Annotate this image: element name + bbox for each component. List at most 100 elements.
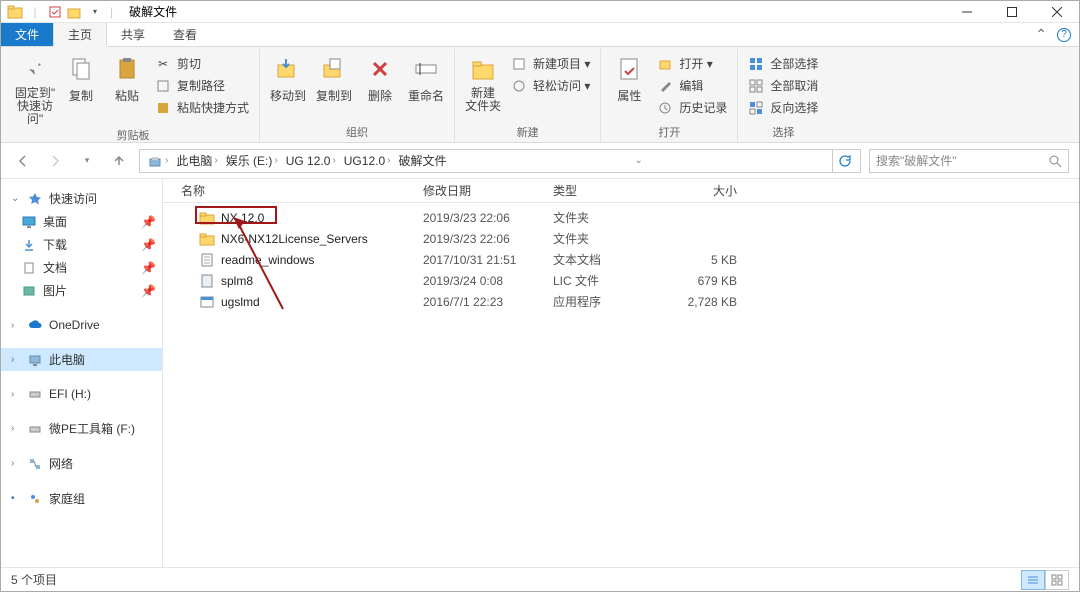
folder-icon — [199, 231, 215, 247]
breadcrumb-seg-3[interactable]: UG12.0› — [341, 154, 394, 168]
breadcrumb-seg-4[interactable]: 破解文件 — [395, 152, 449, 169]
edit-button[interactable]: 编辑 — [653, 76, 731, 95]
recent-dropdown[interactable]: ▾ — [75, 149, 99, 173]
nav-downloads[interactable]: 下载📌 — [1, 233, 162, 256]
nav-network[interactable]: ›网络 — [1, 452, 162, 475]
forward-button[interactable] — [43, 149, 67, 173]
col-size[interactable]: 大小 — [655, 182, 745, 199]
quick-access-toolbar: | ▾ | — [1, 3, 117, 21]
nav-wepe[interactable]: ›微PE工具箱 (F:) — [1, 417, 162, 440]
open-icon — [657, 56, 673, 72]
file-name: ugslmd — [221, 295, 260, 309]
refresh-button[interactable] — [832, 150, 856, 172]
col-type[interactable]: 类型 — [545, 182, 655, 199]
file-size: 5 KB — [655, 253, 745, 267]
group-new-label: 新建 — [461, 124, 594, 142]
breadcrumb[interactable]: › 此电脑› 娱乐 (E:)› UG 12.0› UG12.0› 破解文件 ⌄ — [139, 149, 861, 173]
pin-icon: 📌 — [141, 284, 156, 298]
drive-icon — [27, 386, 43, 402]
item-count: 5 个项目 — [11, 571, 57, 588]
pc-icon — [27, 352, 43, 368]
documents-icon — [21, 260, 37, 276]
copy-button[interactable]: 复制 — [59, 51, 103, 104]
nav-desktop[interactable]: 桌面📌 — [1, 210, 162, 233]
copy-path-button[interactable]: 复制路径 — [151, 76, 253, 95]
title-bar: | ▾ | 破解文件 — [1, 1, 1079, 23]
table-row[interactable]: splm82019/3/24 0:08LIC 文件679 KB — [163, 270, 1079, 291]
delete-icon — [364, 53, 396, 85]
ribbon-collapse-icon[interactable]: ⌃ — [1035, 26, 1047, 43]
paste-icon — [111, 53, 143, 85]
star-icon — [27, 191, 43, 207]
nav-homegroup[interactable]: •家庭组 — [1, 487, 162, 510]
scissors-icon: ✂ — [155, 56, 171, 72]
minimize-button[interactable] — [944, 1, 989, 23]
file-icon — [199, 273, 215, 289]
breadcrumb-seg-1[interactable]: 娱乐 (E:)› — [223, 152, 281, 169]
table-row[interactable]: NX6-NX12License_Servers2019/3/23 22:06文件… — [163, 228, 1079, 249]
tab-home[interactable]: 主页 — [53, 23, 107, 47]
pin-icon — [19, 53, 51, 85]
breadcrumb-root-icon[interactable]: › — [144, 153, 171, 169]
maximize-button[interactable] — [989, 1, 1034, 23]
nav-documents[interactable]: 文档📌 — [1, 256, 162, 279]
paste-shortcut-button[interactable]: 粘贴快捷方式 — [151, 98, 253, 117]
pin-to-quick-access-button[interactable]: 固定到" 快速访问" — [13, 51, 57, 127]
pin-icon: 📌 — [141, 215, 156, 229]
breadcrumb-seg-2[interactable]: UG 12.0› — [283, 154, 339, 168]
tab-view[interactable]: 查看 — [159, 23, 211, 46]
new-folder-button[interactable]: 新建 文件夹 — [461, 51, 505, 113]
group-open-label: 打开 — [607, 124, 731, 142]
tab-share[interactable]: 共享 — [107, 23, 159, 46]
easy-access-button[interactable]: 轻松访问 ▾ — [507, 76, 594, 95]
view-details-button[interactable] — [1021, 570, 1045, 590]
up-button[interactable] — [107, 149, 131, 173]
new-folder-qat-icon[interactable] — [66, 3, 84, 21]
file-size: 2,728 KB — [655, 295, 745, 309]
properties-qat-icon[interactable] — [46, 3, 64, 21]
new-item-icon — [511, 56, 527, 72]
rename-button[interactable]: 重命名 — [404, 51, 448, 104]
invert-icon — [748, 100, 764, 116]
copy-to-button[interactable]: 复制到 — [312, 51, 356, 104]
invert-selection-button[interactable]: 反向选择 — [744, 98, 822, 117]
nav-onedrive[interactable]: ›OneDrive — [1, 314, 162, 336]
group-clipboard-label: 剪贴板 — [13, 127, 253, 145]
search-input[interactable]: 搜索"破解文件" — [869, 149, 1069, 173]
new-item-button[interactable]: 新建项目 ▾ — [507, 54, 594, 73]
file-type: 文件夹 — [545, 230, 655, 247]
nav-efi[interactable]: ›EFI (H:) — [1, 383, 162, 405]
help-icon[interactable]: ? — [1057, 28, 1071, 42]
move-to-button[interactable]: 移动到 — [266, 51, 310, 104]
nav-pictures[interactable]: 图片📌 — [1, 279, 162, 302]
view-icons-button[interactable] — [1045, 570, 1069, 590]
table-row[interactable]: readme_windows2017/10/31 21:51文本文档5 KB — [163, 249, 1079, 270]
easy-access-icon — [511, 78, 527, 94]
history-button[interactable]: 历史记录 — [653, 98, 731, 117]
nav-quick-access[interactable]: ⌄快速访问 — [1, 187, 162, 210]
select-all-button[interactable]: 全部选择 — [744, 54, 822, 73]
delete-button[interactable]: 删除 — [358, 51, 402, 104]
folder-icon — [6, 3, 24, 21]
file-date: 2019/3/24 0:08 — [415, 274, 545, 288]
rename-icon — [410, 53, 442, 85]
cut-button[interactable]: ✂剪切 — [151, 54, 253, 73]
col-name[interactable]: 名称 — [163, 182, 415, 199]
paste-button[interactable]: 粘贴 — [105, 51, 149, 104]
open-button[interactable]: 打开 ▾ — [653, 54, 731, 73]
tab-file[interactable]: 文件 — [1, 23, 53, 46]
file-name: NX 12.0 — [221, 211, 264, 225]
file-date: 2017/10/31 21:51 — [415, 253, 545, 267]
table-row[interactable]: NX 12.02019/3/23 22:06文件夹 — [163, 207, 1079, 228]
select-none-button[interactable]: 全部取消 — [744, 76, 822, 95]
breadcrumb-dropdown-icon[interactable]: ⌄ — [635, 155, 647, 166]
file-name: readme_windows — [221, 253, 314, 267]
qat-dropdown-icon[interactable]: ▾ — [86, 3, 104, 21]
nav-this-pc[interactable]: ›此电脑 — [1, 348, 162, 371]
back-button[interactable] — [11, 149, 35, 173]
close-button[interactable] — [1034, 1, 1079, 23]
breadcrumb-seg-0[interactable]: 此电脑› — [173, 152, 220, 169]
table-row[interactable]: ugslmd2016/7/1 22:23应用程序2,728 KB — [163, 291, 1079, 312]
col-date[interactable]: 修改日期 — [415, 182, 545, 199]
properties-button[interactable]: 属性 — [607, 51, 651, 104]
